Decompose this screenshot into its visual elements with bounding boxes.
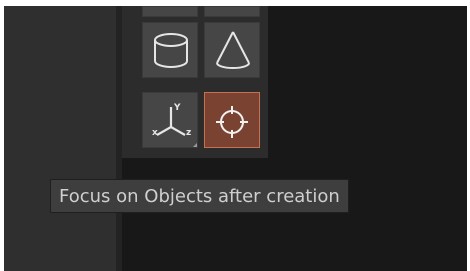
axis-x-label: x (152, 128, 158, 138)
tooltip: Focus on Objects after creation (50, 179, 349, 213)
cylinder-button[interactable] (142, 22, 198, 78)
focus-target-icon (216, 106, 248, 138)
axis-z-label: z (186, 128, 191, 138)
toolbar-button-hidden-1[interactable] (142, 6, 198, 17)
app-window: Y x z Focus on Objects after creation (4, 6, 467, 271)
left-panel (4, 6, 116, 271)
focus-on-objects-button[interactable] (204, 92, 260, 148)
axis-helper-button[interactable]: Y x z (142, 92, 198, 148)
axis-y-label: Y (173, 103, 181, 113)
axis-gizmo-icon: Y x z (152, 103, 197, 147)
cone-button[interactable] (204, 22, 260, 78)
object-toolbar: Y x z (122, 6, 268, 158)
toolbar-button-hidden-2[interactable] (204, 6, 260, 17)
cone-icon (216, 31, 250, 69)
cylinder-icon (154, 33, 188, 68)
